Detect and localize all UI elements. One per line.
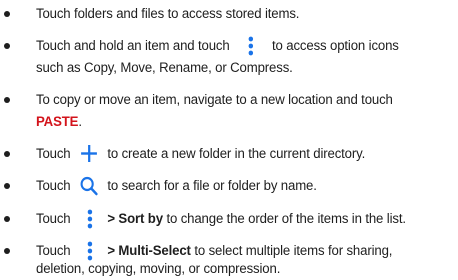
plus-icon [80,143,99,165]
instruction-list: Touch folders and files to access stored… [0,0,458,279]
bullet-text: to select multiple items for sharing, [194,243,393,259]
bullet-text: such as Copy, Move, Rename, or Compress. [36,60,293,76]
bullet-text: to change the order of the items in the … [166,211,406,227]
bullet-text: Touch [36,243,71,259]
more-vert-icon [80,240,100,262]
list-item-text: Touch and hold an item and touch to acce… [36,35,425,79]
list-item-text: To copy or move an item, navigate to a n… [36,89,425,133]
list-item-text: Touch > Multi-Select to select multiple … [36,240,425,280]
bullet-text: Touch [36,178,71,194]
bullet-text: To copy or move an item, navigate to a n… [36,92,393,108]
bullet-text: Touch and hold an item and touch [36,38,230,54]
bullet-dot [4,216,10,222]
bullet-dot [4,43,10,49]
bullet-dot [4,183,10,189]
more-vert-icon [80,208,100,230]
paste-label: PASTE [36,114,79,130]
list-item-text: Touch folders and files to access stored… [36,3,425,25]
bullet-text: to create a new folder in the current di… [107,146,366,162]
bullet-text: Touch folders and files to access stored… [36,6,300,22]
bullet-dot [4,97,10,103]
list-item-text: Touch > Sort by to change the order of t… [36,208,425,230]
bullet-dot [4,248,10,254]
search-icon [80,175,99,197]
multi-select-label: > Multi-Select [107,243,191,259]
bullet-text: deletion, copying, moving, or compressio… [36,261,281,277]
bullet-text: Touch [36,211,71,227]
bullet-text: to search for a file or folder by name. [107,178,317,194]
list-item-text: Touch to create a new folder in the curr… [36,143,425,165]
list-item-text: Touch to search for a file or folder by … [36,175,425,197]
sort-by-label: > Sort by [107,211,163,227]
bullet-text: . [78,114,82,130]
bullet-text: Touch [36,146,71,162]
bullet-text: to access option icons [272,38,399,54]
bullet-dot [4,11,10,17]
bullet-dot [4,151,10,157]
more-vert-icon [241,35,261,57]
